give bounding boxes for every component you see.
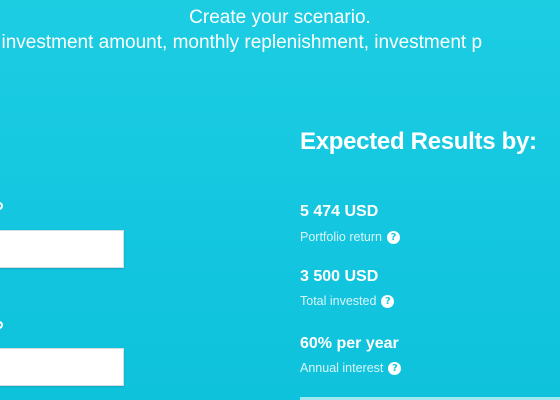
monthly-replenishment-input[interactable] (0, 348, 124, 386)
help-icon[interactable]: ? (381, 294, 395, 308)
total-invested-label-row: Total invested ? (300, 293, 395, 309)
help-icon[interactable]: ? (388, 361, 402, 375)
total-invested-value: 3 500 USD (300, 268, 379, 285)
field-marker-icon (0, 321, 3, 329)
investment-amount-input[interactable] (0, 230, 124, 268)
page-subtitle: l investment amount, monthly replenishme… (0, 32, 483, 53)
annual-interest-label: Annual interest (300, 361, 384, 375)
portfolio-return-label: Portfolio return (300, 230, 382, 244)
total-invested-label: Total invested (300, 294, 377, 308)
results-title: Expected Results by: (300, 128, 537, 155)
annual-interest-label-row: Annual interest ? (300, 360, 402, 376)
portfolio-return-label-row: Portfolio return ? (300, 229, 400, 245)
annual-interest-value: 60% per year (300, 335, 399, 352)
field-marker-icon (0, 202, 3, 210)
page-title: Create your scenario. (189, 7, 371, 28)
portfolio-return-value: 5 474 USD (300, 203, 379, 220)
help-icon[interactable]: ? (386, 230, 400, 244)
